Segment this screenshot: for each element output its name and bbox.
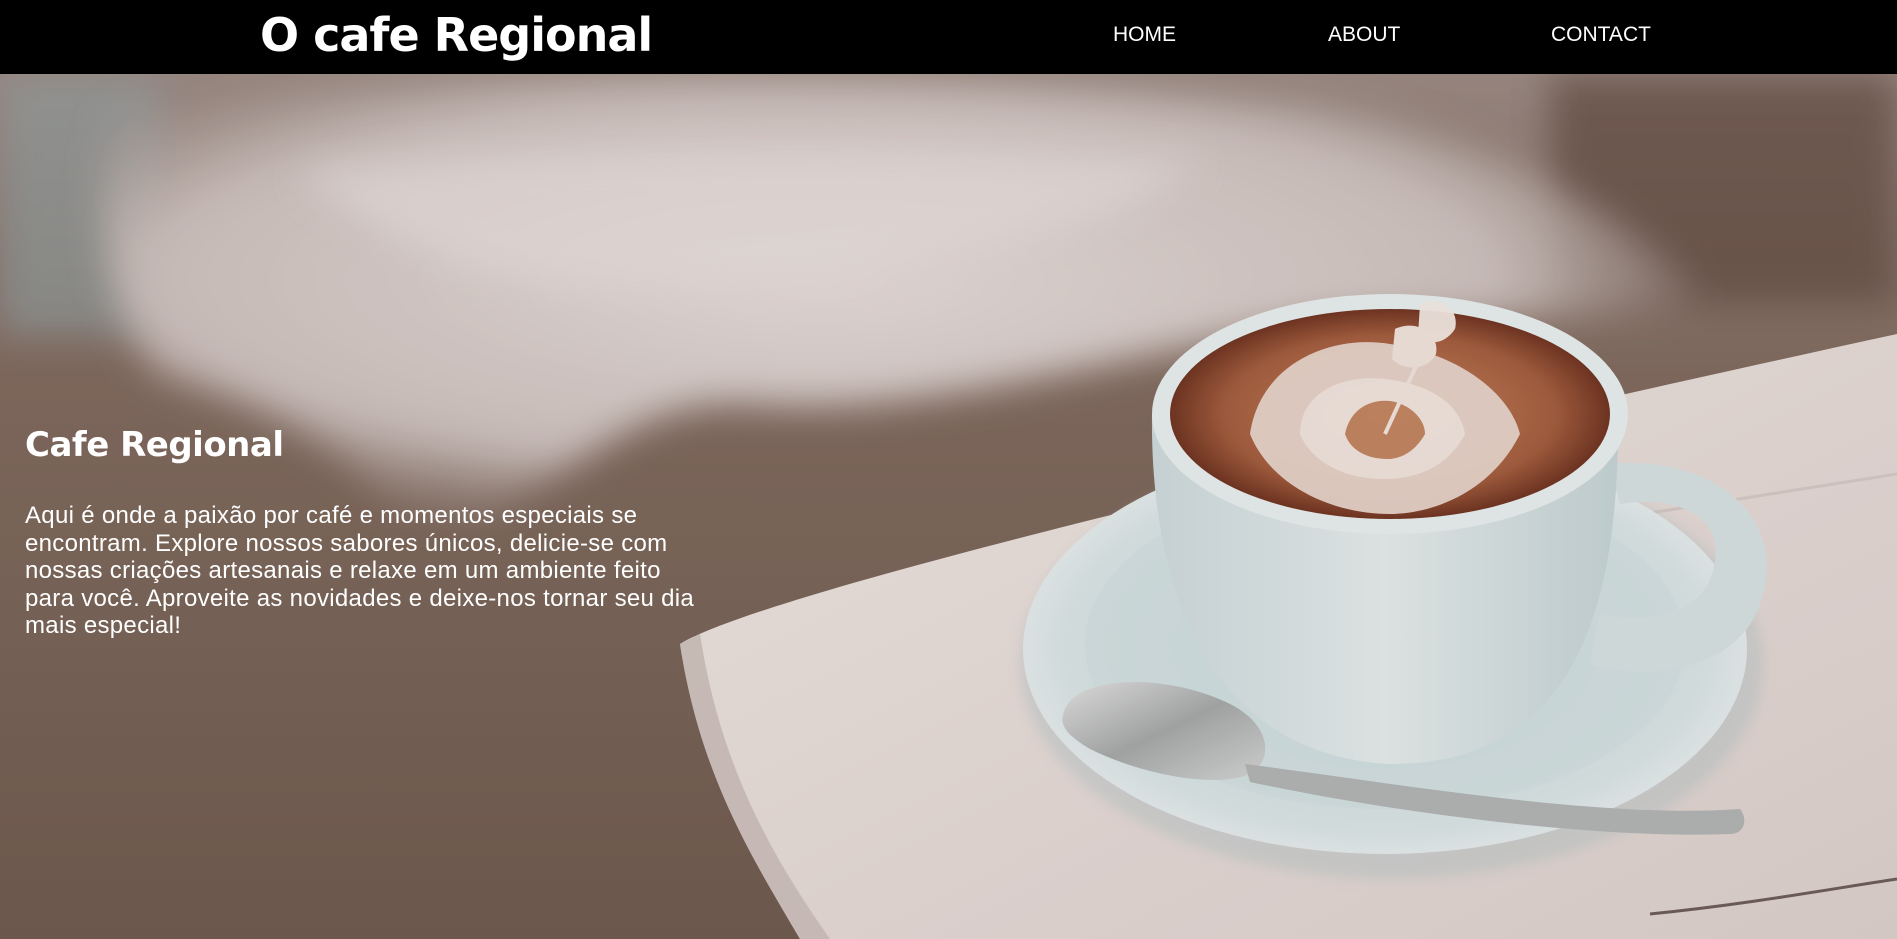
nav-contact-link[interactable]: CONTACT [1551,22,1651,48]
nav-about-link[interactable]: ABOUT [1328,22,1400,48]
hero-title: Cafe Regional [25,425,284,465]
navbar: O cafe Regional HOME ABOUT CONTACT [0,0,1897,74]
hero-description: Aqui é onde a paixão por café e momentos… [25,502,695,639]
hero-section: Cafe Regional Aqui é onde a paixão por c… [0,74,1897,939]
brand-logo[interactable]: O cafe Regional [260,8,653,62]
nav-home-link[interactable]: HOME [1113,22,1176,48]
